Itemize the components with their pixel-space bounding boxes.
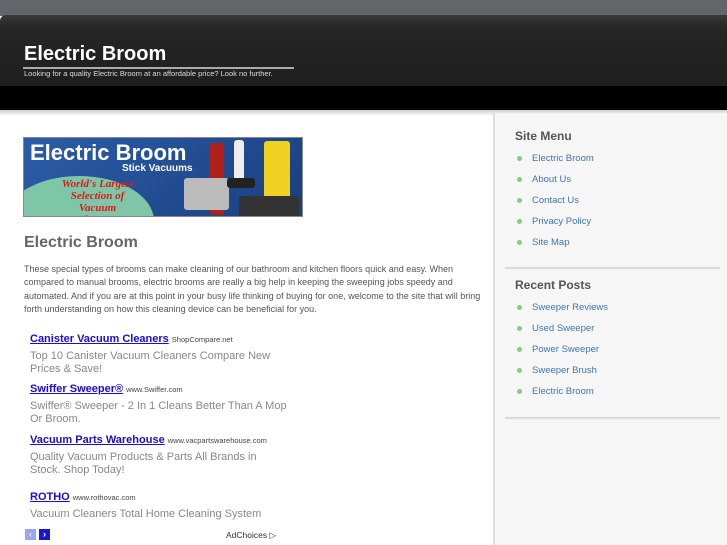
menu-link[interactable]: Contact Us <box>532 195 579 206</box>
post-link[interactable]: Sweeper Reviews <box>532 302 608 313</box>
sidebar: Site Menu Electric Broom About Us Contac… <box>493 113 727 545</box>
banner-image[interactable]: Electric Broom Stick Vacuums World's Lar… <box>23 137 303 217</box>
post-item[interactable]: Electric Broom <box>517 381 608 402</box>
post-link[interactable]: Used Sweeper <box>532 323 594 334</box>
ad-description: Quality Vacuum Products & Parts All Bran… <box>30 451 257 476</box>
menu-item-contact-us[interactable]: Contact Us <box>517 190 594 211</box>
vacuum-graphic <box>264 141 290 201</box>
adchoices-link[interactable]: AdChoices ▷ <box>226 530 276 541</box>
bullet-icon <box>517 389 522 394</box>
vacuum-graphic <box>234 140 244 180</box>
bullet-icon <box>517 156 522 161</box>
menu-item-about-us[interactable]: About Us <box>517 169 594 190</box>
vacuum-graphic <box>184 178 229 210</box>
header-nav-bar <box>0 86 727 110</box>
ad-url[interactable]: www.vacpartswarehouse.com <box>168 436 267 445</box>
page-heading: Electric Broom <box>24 234 138 251</box>
post-link[interactable]: Electric Broom <box>532 386 594 397</box>
ad-title-link[interactable]: Canister Vacuum Cleaners <box>30 333 169 345</box>
ad-title-link[interactable]: Swiffer Sweeper® <box>30 383 123 395</box>
site-menu-list: Electric Broom About Us Contact Us Priva… <box>517 148 594 253</box>
ad-description: Swiffer® Sweeper - 2 In 1 Cleans Better … <box>30 400 287 425</box>
menu-item-privacy-policy[interactable]: Privacy Policy <box>517 211 594 232</box>
ad-description: Vacuum Cleaners Total Home Cleaning Syst… <box>30 508 262 520</box>
bullet-icon <box>517 198 522 203</box>
vacuum-graphic <box>227 178 255 188</box>
site-menu-heading: Site Menu <box>515 129 572 143</box>
ad-url[interactable]: ShopCompare.net <box>172 335 233 344</box>
ad-item: Swiffer Sweeper® www.Swiffer.com Swiffer® … <box>30 379 290 426</box>
ad-item: Canister Vacuum Cleaners ShopCompare.net T… <box>30 329 290 376</box>
ad-item: Vacuum Parts Warehouse www.vacpartswareho… <box>30 430 290 477</box>
bullet-icon <box>517 177 522 182</box>
bullet-icon <box>517 368 522 373</box>
post-link[interactable]: Power Sweeper <box>532 344 599 355</box>
ad-item: ROTHO www.rothovac.com Vacuum Cleaners Tot… <box>30 487 290 521</box>
menu-link[interactable]: Privacy Policy <box>532 216 591 227</box>
menu-link[interactable]: Electric Broom <box>532 153 594 164</box>
sidebar-divider <box>505 417 720 420</box>
site-title[interactable]: Electric Broom <box>24 43 166 66</box>
intro-text: These special types of brooms can make c… <box>24 264 481 314</box>
menu-item-site-map[interactable]: Site Map <box>517 232 594 253</box>
bullet-icon <box>517 326 522 331</box>
ad-title-link[interactable]: Vacuum Parts Warehouse <box>30 434 165 446</box>
top-strip <box>0 0 727 16</box>
post-item[interactable]: Sweeper Brush <box>517 360 608 381</box>
ad-description: Top 10 Canister Vacuum Cleaners Compare … <box>30 350 271 375</box>
sidebar-divider <box>505 267 720 270</box>
ad-title-link[interactable]: ROTHO <box>30 491 70 503</box>
post-item[interactable]: Sweeper Reviews <box>517 297 608 318</box>
bullet-icon <box>517 240 522 245</box>
ad-url[interactable]: www.rothovac.com <box>73 493 136 502</box>
menu-link[interactable]: About Us <box>532 174 571 185</box>
post-item[interactable]: Power Sweeper <box>517 339 608 360</box>
banner-subtitle: Stick Vacuums <box>122 163 193 174</box>
site-tagline: Looking for a quality Electric Broom at … <box>24 69 273 78</box>
bullet-icon <box>517 219 522 224</box>
menu-item-electric-broom[interactable]: Electric Broom <box>517 148 594 169</box>
menu-link[interactable]: Site Map <box>532 237 570 248</box>
recent-posts-list: Sweeper Reviews Used Sweeper Power Sweep… <box>517 297 608 402</box>
post-item[interactable]: Used Sweeper <box>517 318 608 339</box>
bullet-icon <box>517 347 522 352</box>
vacuum-graphic <box>239 196 299 216</box>
ad-url[interactable]: www.Swiffer.com <box>126 385 183 394</box>
post-link[interactable]: Sweeper Brush <box>532 365 597 376</box>
bullet-icon <box>517 305 522 310</box>
banner-slogan: World's Largest Selection of Vacuum Clea… <box>61 178 134 216</box>
ad-next-button[interactable]: › <box>39 529 50 540</box>
recent-posts-heading: Recent Posts <box>515 278 592 292</box>
ad-prev-button[interactable]: ‹ <box>25 529 36 540</box>
